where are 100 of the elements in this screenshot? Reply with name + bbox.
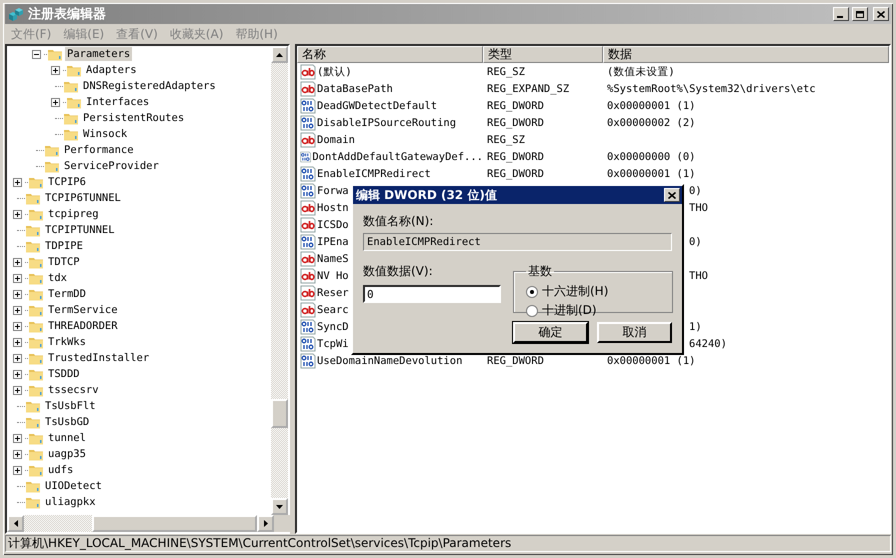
tree-item[interactable]: PersistentRoutes xyxy=(81,111,186,125)
value-data: 0) xyxy=(689,184,702,196)
value-name[interactable]: (默认) xyxy=(317,64,352,78)
value-name[interactable]: UseDomainNameDevolution xyxy=(317,354,462,366)
maximize-button[interactable] xyxy=(852,7,868,21)
expand-icon[interactable] xyxy=(50,66,60,74)
expand-icon[interactable] xyxy=(50,98,60,106)
tree-item[interactable]: THREADORDER xyxy=(46,319,120,333)
expand-icon[interactable] xyxy=(12,370,22,378)
scroll-right-icon[interactable] xyxy=(264,520,268,527)
expand-icon[interactable] xyxy=(12,466,22,474)
value-name[interactable]: Forwa xyxy=(317,184,349,196)
tree-item[interactable]: TrkWks xyxy=(46,335,88,349)
folder-icon xyxy=(28,463,44,477)
expand-icon[interactable] xyxy=(12,322,22,330)
radio-label[interactable]: 十六进制(H) xyxy=(542,283,608,300)
ok-button[interactable]: 确定 xyxy=(513,322,588,343)
value-name[interactable]: NV Ho xyxy=(317,270,349,282)
value-type: REG_DWORD xyxy=(487,100,544,112)
collapse-icon[interactable] xyxy=(32,50,40,58)
expand-icon[interactable] xyxy=(12,434,22,442)
tree-item[interactable]: Performance xyxy=(62,143,136,157)
tree-item[interactable]: TermDD xyxy=(46,287,88,301)
tree-item[interactable]: TDPIPE xyxy=(43,239,85,253)
column-header[interactable]: 数据 xyxy=(603,46,889,63)
expand-icon[interactable] xyxy=(12,354,22,362)
column-header[interactable]: 名称 xyxy=(297,46,483,63)
radio-button[interactable] xyxy=(526,286,538,298)
expand-icon[interactable] xyxy=(12,306,22,314)
value-name[interactable]: TcpWi xyxy=(317,338,349,350)
tree-item[interactable]: udfs xyxy=(46,463,76,477)
value-name[interactable]: DisableIPSourceRouting xyxy=(317,116,456,128)
tree-item[interactable]: UIODetect xyxy=(43,479,104,493)
horizontal-scrollbar[interactable] xyxy=(7,515,274,532)
folder-icon xyxy=(28,351,44,365)
tree-item[interactable]: tdx xyxy=(46,271,69,285)
scroll-thumb[interactable] xyxy=(271,399,288,428)
scrollbar-corner xyxy=(274,515,291,532)
value-data-field[interactable]: 0 xyxy=(363,285,501,303)
close-icon[interactable] xyxy=(877,10,885,18)
radio-label[interactable]: 十进制(D) xyxy=(542,302,597,319)
tree-item[interactable]: tunnel xyxy=(46,431,88,445)
tree-item[interactable]: TCPIPTUNNEL xyxy=(43,223,117,237)
tree-item[interactable]: ServiceProvider xyxy=(62,159,161,173)
expand-icon[interactable] xyxy=(12,178,22,186)
tree-item[interactable]: TCPIP6 xyxy=(46,175,88,189)
expand-icon[interactable] xyxy=(12,450,22,458)
tree-item[interactable]: TDTCP xyxy=(46,255,82,269)
tree-item[interactable]: uliagpkx xyxy=(43,495,98,509)
column-header[interactable]: 类型 xyxy=(483,46,603,63)
value-name[interactable]: ICSDo xyxy=(317,218,349,230)
tree-item[interactable]: DNSRegisteredAdapters xyxy=(81,79,218,93)
value-name[interactable]: DeadGWDetectDefault xyxy=(317,100,438,112)
scroll-thumb[interactable] xyxy=(92,515,257,532)
maximize-icon[interactable] xyxy=(856,10,864,18)
vertical-scrollbar[interactable] xyxy=(271,46,288,515)
value-name[interactable]: DataBasePath xyxy=(317,82,393,94)
value-name[interactable]: Searc xyxy=(317,304,349,316)
expand-icon[interactable] xyxy=(12,210,22,218)
tree-item[interactable]: Adapters xyxy=(84,63,139,77)
value-name[interactable]: Hostn xyxy=(317,202,349,214)
expand-icon[interactable] xyxy=(12,386,22,394)
scroll-left-icon[interactable] xyxy=(14,520,18,527)
minimize-button[interactable] xyxy=(833,7,849,21)
expand-icon[interactable] xyxy=(12,338,22,346)
value-name[interactable]: Domain xyxy=(317,134,355,146)
expand-icon[interactable] xyxy=(12,258,22,266)
tree-item[interactable]: Parameters xyxy=(65,47,132,61)
tree-item[interactable]: TsUsbFlt xyxy=(43,399,98,413)
cancel-button[interactable]: 取消 xyxy=(597,322,672,343)
radio-button[interactable] xyxy=(526,304,538,316)
expand-icon[interactable] xyxy=(12,274,22,282)
value-data: 0x00000001 (1) xyxy=(607,168,696,180)
tree-item[interactable]: Interfaces xyxy=(84,95,152,109)
value-name[interactable]: EnableICMPRedirect xyxy=(317,168,431,180)
tree-item[interactable]: tcpipreg xyxy=(46,207,101,221)
group-label: 基数 xyxy=(527,263,553,280)
close-button[interactable] xyxy=(664,188,680,202)
folder-icon xyxy=(28,175,44,189)
tree-item[interactable]: Winsock xyxy=(81,127,130,141)
tree-item[interactable]: TCPIP6TUNNEL xyxy=(43,191,123,205)
value-name[interactable]: SyncD xyxy=(317,320,349,332)
folder-icon xyxy=(25,495,41,509)
value-name[interactable]: IPEna xyxy=(317,236,349,248)
tree-item[interactable]: uagp35 xyxy=(46,447,88,461)
tree-item[interactable]: tssecsrv xyxy=(46,383,101,397)
value-name[interactable]: NameS xyxy=(317,252,349,264)
close-icon[interactable] xyxy=(668,192,676,198)
scroll-up-icon[interactable] xyxy=(276,52,283,56)
tree-item[interactable]: TsUsbGD xyxy=(43,415,92,429)
value-name[interactable]: Reser xyxy=(317,286,349,298)
value-type: REG_SZ xyxy=(487,66,525,78)
scroll-down-icon[interactable] xyxy=(276,504,283,508)
value-name[interactable]: DontAddDefaultGatewayDef... xyxy=(312,150,483,162)
tree-item[interactable]: TermService xyxy=(46,303,120,317)
close-button[interactable] xyxy=(873,7,889,21)
expand-icon[interactable] xyxy=(12,290,22,298)
folder-icon xyxy=(66,63,82,77)
tree-item[interactable]: TSDDD xyxy=(46,367,82,381)
tree-item[interactable]: TrustedInstaller xyxy=(46,351,152,365)
